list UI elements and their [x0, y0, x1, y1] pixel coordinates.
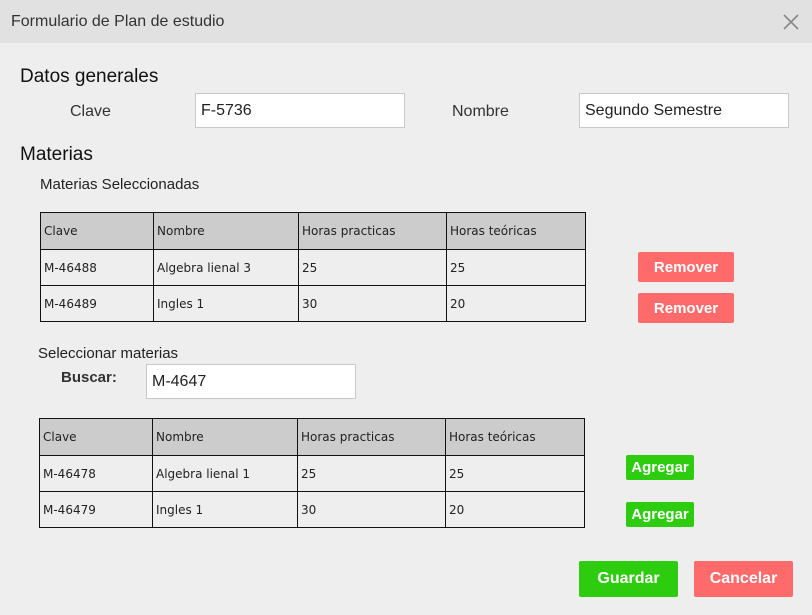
cancel-button[interactable]: Cancelar: [694, 561, 793, 597]
cell-horas-practicas: 30: [297, 491, 446, 528]
cell-nombre: Algebra lienal 3: [153, 249, 299, 286]
save-button[interactable]: Guardar: [579, 561, 678, 597]
search-label: Buscar:: [61, 369, 117, 386]
column-header-horas-practicas[interactable]: Horas practicas: [298, 212, 447, 250]
materias-heading: Materias: [20, 144, 93, 165]
title-bar: Formulario de Plan de estudio: [0, 0, 812, 43]
add-button[interactable]: Agregar: [626, 502, 694, 527]
cell-horas-practicas: 30: [298, 285, 447, 322]
column-header-horas-teoricas[interactable]: Horas teóricas: [445, 418, 585, 456]
cell-clave: M-46478: [39, 455, 153, 492]
cell-nombre: Algebra lienal 1: [152, 455, 298, 492]
add-button[interactable]: Agregar: [626, 455, 694, 480]
table-row[interactable]: M-46478 Algebra lienal 1 25 25: [39, 455, 585, 492]
cell-nombre: Ingles 1: [153, 285, 299, 322]
selected-heading: Materias Seleccionadas: [40, 176, 200, 193]
nombre-input[interactable]: [579, 93, 789, 128]
close-icon[interactable]: [780, 11, 802, 33]
cell-horas-teoricas: 20: [446, 285, 586, 322]
column-header-nombre[interactable]: Nombre: [152, 418, 298, 456]
clave-input[interactable]: [195, 93, 405, 128]
cell-clave: M-46488: [40, 249, 154, 286]
remove-button[interactable]: Remover: [638, 252, 734, 282]
column-header-horas-teoricas[interactable]: Horas teóricas: [446, 212, 586, 250]
search-input[interactable]: [146, 364, 356, 399]
window-title: Formulario de Plan de estudio: [11, 13, 225, 30]
nombre-label: Nombre: [452, 103, 509, 120]
cell-horas-teoricas: 25: [446, 249, 586, 286]
select-heading: Seleccionar materias: [38, 345, 179, 362]
remove-button[interactable]: Remover: [638, 293, 734, 323]
column-header-horas-practicas[interactable]: Horas practicas: [297, 418, 446, 456]
selected-table: Clave Nombre Horas practicas Horas teóri…: [40, 212, 586, 322]
cell-nombre: Ingles 1: [152, 491, 298, 528]
general-heading: Datos generales: [20, 66, 159, 87]
column-header-nombre[interactable]: Nombre: [153, 212, 299, 250]
clave-label: Clave: [70, 103, 111, 120]
table-row[interactable]: M-46479 Ingles 1 30 20: [39, 491, 585, 528]
cell-horas-teoricas: 20: [445, 491, 585, 528]
table-row[interactable]: M-46488 Algebra lienal 3 25 25: [40, 249, 586, 286]
cell-horas-teoricas: 25: [445, 455, 585, 492]
cell-clave: M-46479: [39, 491, 153, 528]
table-row[interactable]: M-46489 Ingles 1 30 20: [40, 285, 586, 322]
column-header-clave[interactable]: Clave: [39, 418, 153, 456]
cell-horas-practicas: 25: [297, 455, 446, 492]
column-header-clave[interactable]: Clave: [40, 212, 154, 250]
available-table: Clave Nombre Horas practicas Horas teóri…: [39, 418, 585, 528]
cell-clave: M-46489: [40, 285, 154, 322]
cell-horas-practicas: 25: [298, 249, 447, 286]
